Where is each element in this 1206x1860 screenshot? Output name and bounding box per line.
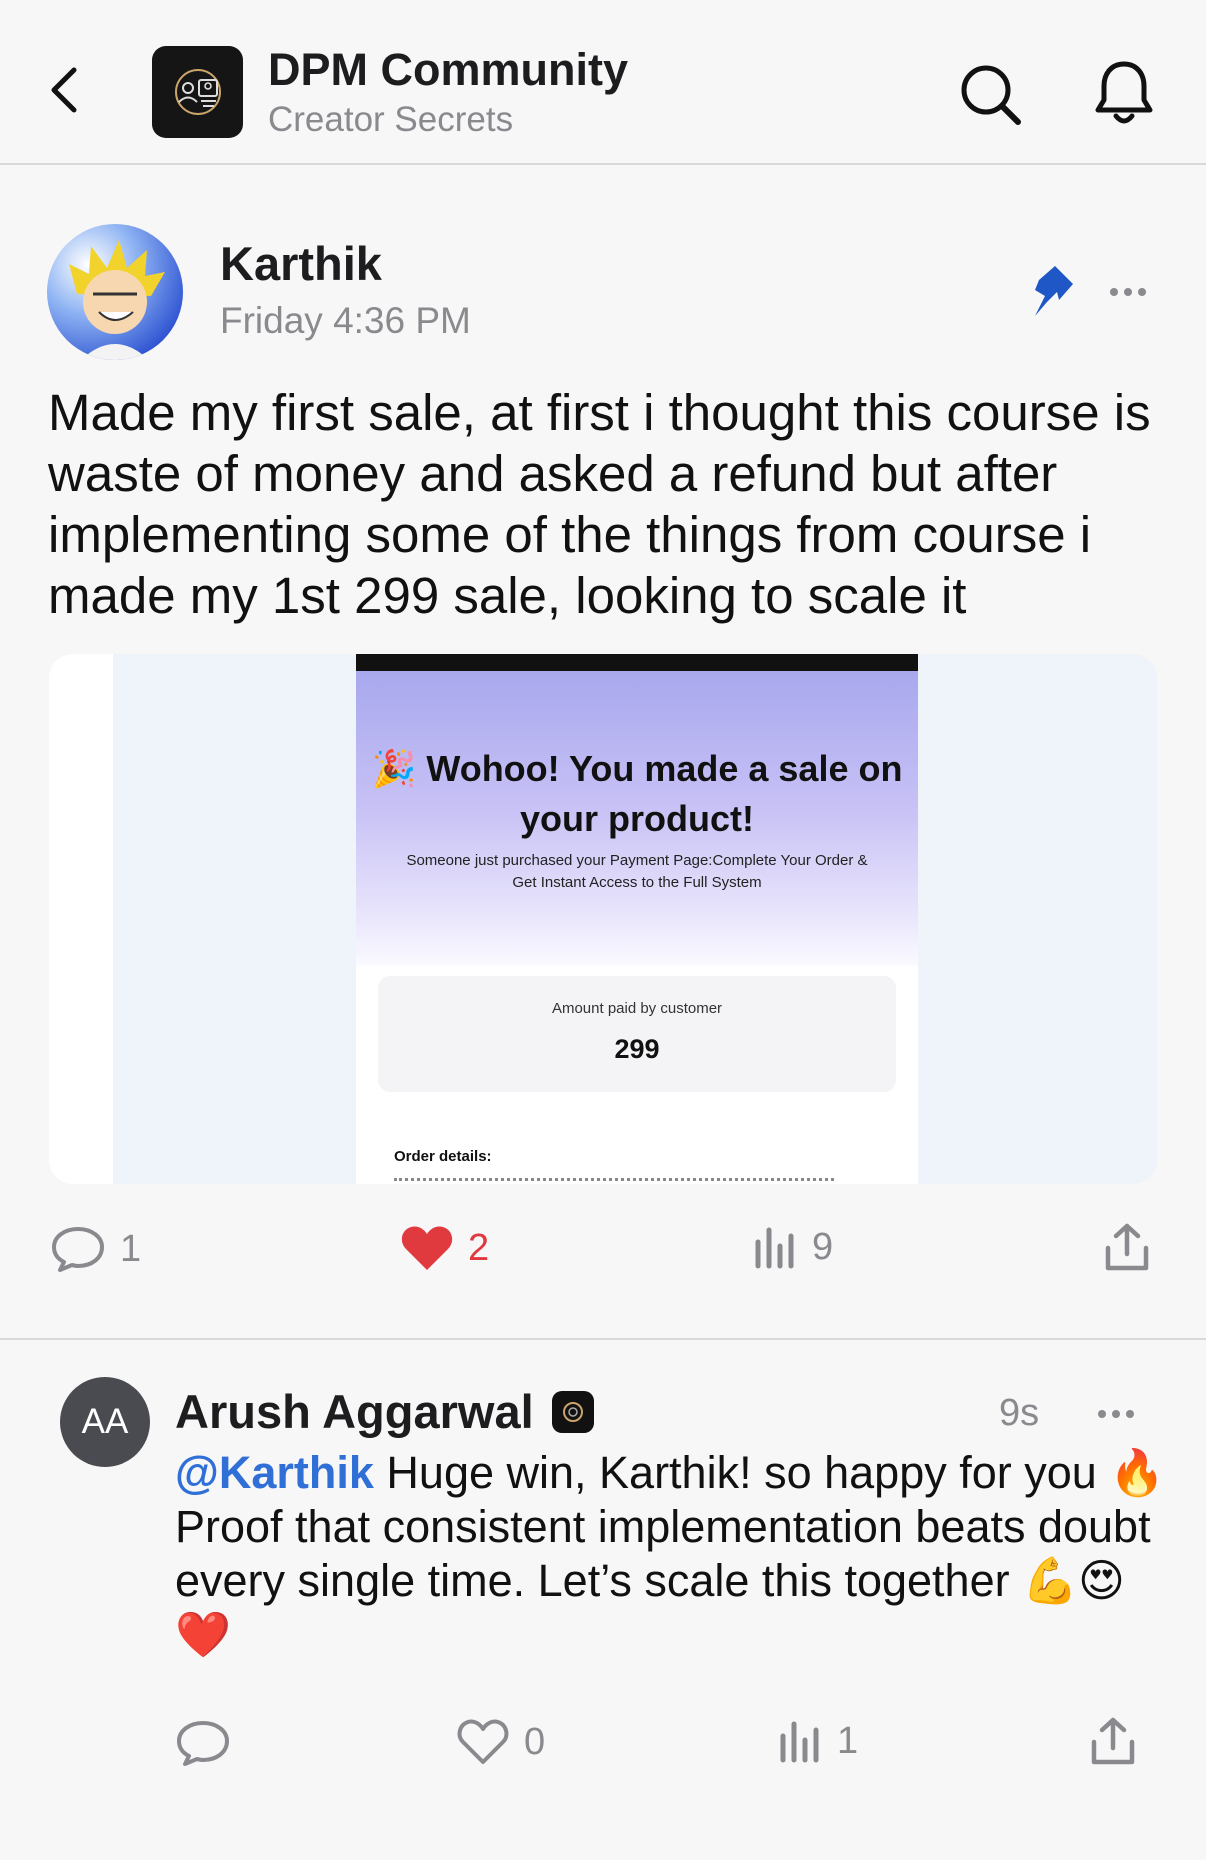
commenter-name[interactable]: Arush Aggarwal bbox=[175, 1384, 534, 1439]
comment-bubble-icon bbox=[177, 1721, 229, 1766]
email-title: 🎉 Wohoo! You made a sale on your product… bbox=[356, 744, 918, 844]
bar-chart-icon bbox=[755, 1227, 794, 1269]
mention-link[interactable]: @Karthik bbox=[175, 1447, 374, 1498]
bell-icon[interactable] bbox=[1092, 58, 1156, 128]
heart-outline-icon bbox=[457, 1719, 509, 1764]
post-share-button[interactable] bbox=[1102, 1222, 1152, 1274]
dot bbox=[1098, 1410, 1106, 1418]
sale-email-card: 🎉 Wohoo! You made a sale on your product… bbox=[356, 654, 918, 1184]
post-body-text: Made my first sale, at first i thought t… bbox=[48, 384, 1151, 624]
back-chevron-icon[interactable] bbox=[38, 60, 88, 120]
post-views: 9 bbox=[752, 1224, 833, 1270]
email-top-bar bbox=[356, 654, 918, 671]
comment-more-options-icon[interactable] bbox=[1088, 1392, 1144, 1436]
order-details-label: Order details: bbox=[394, 1148, 492, 1165]
share-icon bbox=[1105, 1223, 1149, 1271]
admin-badge-icon bbox=[551, 1390, 594, 1433]
commenter-avatar[interactable]: AA bbox=[60, 1377, 150, 1467]
bar-chart-icon bbox=[780, 1721, 819, 1763]
dot bbox=[1124, 288, 1132, 296]
pin-icon bbox=[1025, 262, 1077, 318]
post-comment-button[interactable]: 1 bbox=[50, 1224, 141, 1274]
order-details-cutoff-text bbox=[394, 1178, 834, 1181]
community-logo[interactable] bbox=[152, 46, 243, 138]
comment-like-button[interactable]: 0 bbox=[456, 1718, 545, 1766]
comment-body: @Karthik Huge win, Karthik! so happy for… bbox=[175, 1446, 1175, 1662]
post-image-attachment[interactable]: 🎉 Wohoo! You made a sale on your product… bbox=[49, 654, 1157, 1184]
comment-reply-button[interactable] bbox=[175, 1718, 231, 1768]
email-title-text: Wohoo! You made a sale on your product! bbox=[426, 748, 903, 839]
dot bbox=[1110, 288, 1118, 296]
post-author-name[interactable]: Karthik bbox=[220, 236, 382, 291]
view-count: 9 bbox=[812, 1225, 834, 1268]
search-icon[interactable] bbox=[958, 62, 1024, 128]
heart-filled-icon bbox=[401, 1226, 453, 1270]
commenter-name-row: Arush Aggarwal bbox=[175, 1384, 594, 1439]
comment-count: 1 bbox=[120, 1227, 142, 1270]
author-avatar[interactable] bbox=[47, 224, 183, 360]
dot bbox=[1126, 1410, 1134, 1418]
post-timestamp: Friday 4:36 PM bbox=[220, 300, 471, 341]
share-icon bbox=[1091, 1717, 1135, 1765]
amount-label: Amount paid by customer bbox=[551, 1000, 723, 1017]
image-margin bbox=[49, 654, 113, 1184]
email-description: Someone just purchased your Payment Page… bbox=[406, 852, 868, 891]
comment-view-count: 1 bbox=[837, 1719, 859, 1762]
community-subtitle: Creator Secrets bbox=[268, 100, 514, 139]
comment-timestamp: 9s bbox=[999, 1392, 1040, 1434]
post-divider bbox=[0, 1338, 1206, 1340]
dot bbox=[1138, 288, 1146, 296]
dot bbox=[1112, 1410, 1120, 1418]
like-count: 2 bbox=[468, 1226, 490, 1269]
community-name[interactable]: DPM Community bbox=[268, 44, 628, 96]
comment-bubble-icon bbox=[52, 1227, 104, 1272]
amount-value: 299 bbox=[614, 1034, 660, 1064]
post-like-button[interactable]: 2 bbox=[400, 1224, 489, 1272]
top-app-bar: DPM Community Creator Secrets bbox=[0, 0, 1206, 165]
amount-box: Amount paid by customer 299 bbox=[378, 976, 896, 1092]
comment-like-count: 0 bbox=[524, 1720, 546, 1763]
party-popper-emoji: 🎉 bbox=[371, 748, 417, 789]
comment-views: 1 bbox=[777, 1718, 858, 1764]
comment-share-button[interactable] bbox=[1088, 1716, 1138, 1768]
image-background bbox=[918, 654, 1157, 1184]
post-more-options-icon[interactable] bbox=[1100, 270, 1156, 314]
